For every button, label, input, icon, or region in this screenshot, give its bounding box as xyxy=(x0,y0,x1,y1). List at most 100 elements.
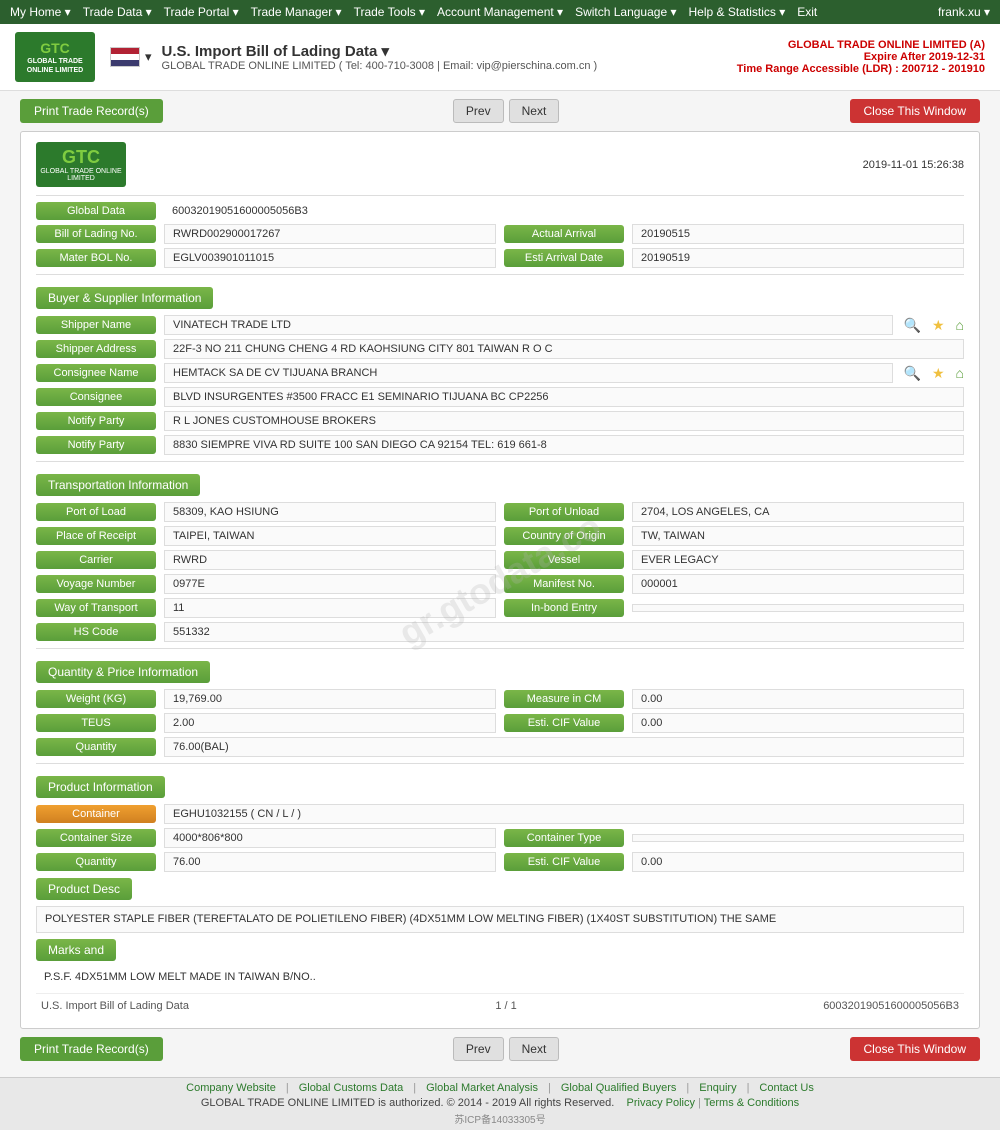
record-footer-page: 1 / 1 xyxy=(495,1000,516,1012)
footer-enquiry[interactable]: Enquiry xyxy=(699,1082,736,1094)
quantity-label: Quantity xyxy=(36,738,156,756)
home-icon[interactable]: ⌂ xyxy=(956,317,964,333)
record-card: gr.gtodata.co GTC GLOBAL TRADE ONLINE LI… xyxy=(20,131,980,1029)
prev-button-bottom[interactable]: Prev xyxy=(453,1037,504,1061)
shipper-address-label: Shipper Address xyxy=(36,340,156,358)
way-of-transport-col: Way of Transport 11 xyxy=(36,598,496,618)
container-size-col: Container Size 4000*806*800 xyxy=(36,828,496,848)
hs-code-row: HS Code 551332 xyxy=(36,622,964,642)
pagination-nav-bottom: Prev Next xyxy=(453,1037,559,1061)
carrier-label: Carrier xyxy=(36,551,156,569)
measure-label: Measure in CM xyxy=(504,690,624,708)
home-icon2[interactable]: ⌂ xyxy=(956,365,964,381)
nav-help-statistics[interactable]: Help & Statistics ▾ xyxy=(689,5,786,19)
consignee-label: Consignee xyxy=(36,388,156,406)
print-button-bottom[interactable]: Print Trade Record(s) xyxy=(20,1037,163,1061)
nav-exit[interactable]: Exit xyxy=(797,5,817,19)
nav-my-home[interactable]: My Home ▾ xyxy=(10,5,71,19)
shipper-address-row: Shipper Address 22F-3 NO 211 CHUNG CHENG… xyxy=(36,339,964,359)
master-bol-col: Mater BOL No. EGLV003901011015 xyxy=(36,248,496,268)
way-of-transport-value: 11 xyxy=(164,598,496,618)
header-brand: GLOBAL TRADE ONLINE LIMITED (A) Expire A… xyxy=(737,39,985,75)
place-of-receipt-label: Place of Receipt xyxy=(36,527,156,545)
nav-trade-data[interactable]: Trade Data ▾ xyxy=(83,5,152,19)
bottom-action-bar: Print Trade Record(s) Prev Next Close Th… xyxy=(20,1037,980,1061)
nav-trade-manager[interactable]: Trade Manager ▾ xyxy=(251,5,342,19)
country-of-origin-col: Country of Origin TW, TAIWAN xyxy=(504,526,964,546)
voyage-label: Voyage Number xyxy=(36,575,156,593)
footer-privacy[interactable]: Privacy Policy xyxy=(627,1097,695,1109)
product-desc-text: POLYESTER STAPLE FIBER (TEREFTALATO DE P… xyxy=(36,906,964,933)
time-range: Time Range Accessible (LDR) : 200712 - 2… xyxy=(737,63,985,75)
next-button-top[interactable]: Next xyxy=(509,99,560,123)
place-of-receipt-col: Place of Receipt TAIPEI, TAIWAN xyxy=(36,526,496,546)
footer-global-buyers[interactable]: Global Qualified Buyers xyxy=(561,1082,677,1094)
nav-trade-tools[interactable]: Trade Tools ▾ xyxy=(354,5,425,19)
port-of-unload-col: Port of Unload 2704, LOS ANGELES, CA xyxy=(504,502,964,522)
record-footer-left: U.S. Import Bill of Lading Data xyxy=(41,1000,189,1012)
prev-button-top[interactable]: Prev xyxy=(453,99,504,123)
star-icon2[interactable]: ★ xyxy=(932,365,945,382)
product-qty-col: Quantity 76.00 xyxy=(36,852,496,872)
consignee-name-value: HEMTACK SA DE CV TIJUANA BRANCH xyxy=(164,363,893,383)
icp-number: 苏ICP备14033305号 xyxy=(10,1111,990,1126)
search-icon[interactable]: 🔍 xyxy=(904,317,921,334)
nav-trade-portal[interactable]: Trade Portal ▾ xyxy=(164,5,239,19)
weight-col: Weight (KG) 19,769.00 xyxy=(36,689,496,709)
esti-cif-value2: 0.00 xyxy=(632,852,964,872)
teus-value: 2.00 xyxy=(164,713,496,733)
product-qty-label: Quantity xyxy=(36,853,156,871)
quantity-row: Quantity 76.00(BAL) xyxy=(36,737,964,757)
company-logo: GTC GLOBAL TRADE ONLINE LIMITED xyxy=(15,32,95,82)
notify-party-value2: 8830 SIEMPRE VIVA RD SUITE 100 SAN DIEGO… xyxy=(164,435,964,455)
port-of-unload-label: Port of Unload xyxy=(504,503,624,521)
master-bol-label: Mater BOL No. xyxy=(36,249,156,267)
footer-global-customs[interactable]: Global Customs Data xyxy=(299,1082,404,1094)
star-icon[interactable]: ★ xyxy=(932,317,945,334)
page-footer: Company Website | Global Customs Data | … xyxy=(0,1077,1000,1130)
nav-account-management[interactable]: Account Management ▾ xyxy=(437,5,563,19)
container-type-col: Container Type xyxy=(504,828,964,848)
actual-arrival-label: Actual Arrival xyxy=(504,225,624,243)
nav-switch-language[interactable]: Switch Language ▾ xyxy=(575,5,676,19)
container-type-label: Container Type xyxy=(504,829,624,847)
shipper-name-value: VINATECH TRADE LTD xyxy=(164,315,893,335)
footer-global-market[interactable]: Global Market Analysis xyxy=(426,1082,538,1094)
actual-arrival-value: 20190515 xyxy=(632,224,964,244)
marks-text: P.S.F. 4DX51MM LOW MELT MADE IN TAIWAN B… xyxy=(36,967,964,987)
close-button-bottom[interactable]: Close This Window xyxy=(850,1037,980,1061)
bol-row: Bill of Lading No. RWRD002900017267 Actu… xyxy=(36,224,964,244)
footer-company-website[interactable]: Company Website xyxy=(186,1082,276,1094)
consignee-row: Consignee BLVD INSURGENTES #3500 FRACC E… xyxy=(36,387,964,407)
container-size-label: Container Size xyxy=(36,829,156,847)
footer-contact-us[interactable]: Contact Us xyxy=(759,1082,813,1094)
record-logo-area: GTC GLOBAL TRADE ONLINE LIMITED xyxy=(36,142,126,187)
footer-copyright: GLOBAL TRADE ONLINE LIMITED is authorize… xyxy=(10,1097,990,1109)
top-navigation: My Home ▾ Trade Data ▾ Trade Portal ▾ Tr… xyxy=(0,0,1000,24)
consignee-name-label: Consignee Name xyxy=(36,364,156,382)
shipper-name-row: Shipper Name VINATECH TRADE LTD 🔍 ★ ⌂ xyxy=(36,315,964,335)
notify-party-label1: Notify Party xyxy=(36,412,156,430)
footer-terms[interactable]: Terms & Conditions xyxy=(704,1097,799,1109)
teus-cif-row: TEUS 2.00 Esti. CIF Value 0.00 xyxy=(36,713,964,733)
next-button-bottom[interactable]: Next xyxy=(509,1037,560,1061)
place-of-receipt-value: TAIPEI, TAIWAN xyxy=(164,526,496,546)
close-button-top[interactable]: Close This Window xyxy=(850,99,980,123)
esti-cif-label1: Esti. CIF Value xyxy=(504,714,624,732)
container-value: EGHU1032155 ( CN / L / ) xyxy=(164,804,964,824)
search-icon2[interactable]: 🔍 xyxy=(904,365,921,382)
port-of-load-label: Port of Load xyxy=(36,503,156,521)
record-datetime: 2019-11-01 15:26:38 xyxy=(863,159,964,171)
bol-label: Bill of Lading No. xyxy=(36,225,156,243)
page-title: U.S. Import Bill of Lading Data ▾ xyxy=(162,42,737,60)
transport-header: Transportation Information xyxy=(36,474,200,496)
record-logo-sub: GLOBAL TRADE ONLINE LIMITED xyxy=(36,168,126,182)
marks-header-row: Marks and xyxy=(36,937,964,963)
vessel-label: Vessel xyxy=(504,551,624,569)
print-button-top[interactable]: Print Trade Record(s) xyxy=(20,99,163,123)
header-bar: GTC GLOBAL TRADE ONLINE LIMITED ▾ U.S. I… xyxy=(0,24,1000,91)
vessel-col: Vessel EVER LEGACY xyxy=(504,550,964,570)
nav-user[interactable]: frank.xu ▾ xyxy=(938,5,990,19)
vessel-value: EVER LEGACY xyxy=(632,550,964,570)
manifest-label: Manifest No. xyxy=(504,575,624,593)
